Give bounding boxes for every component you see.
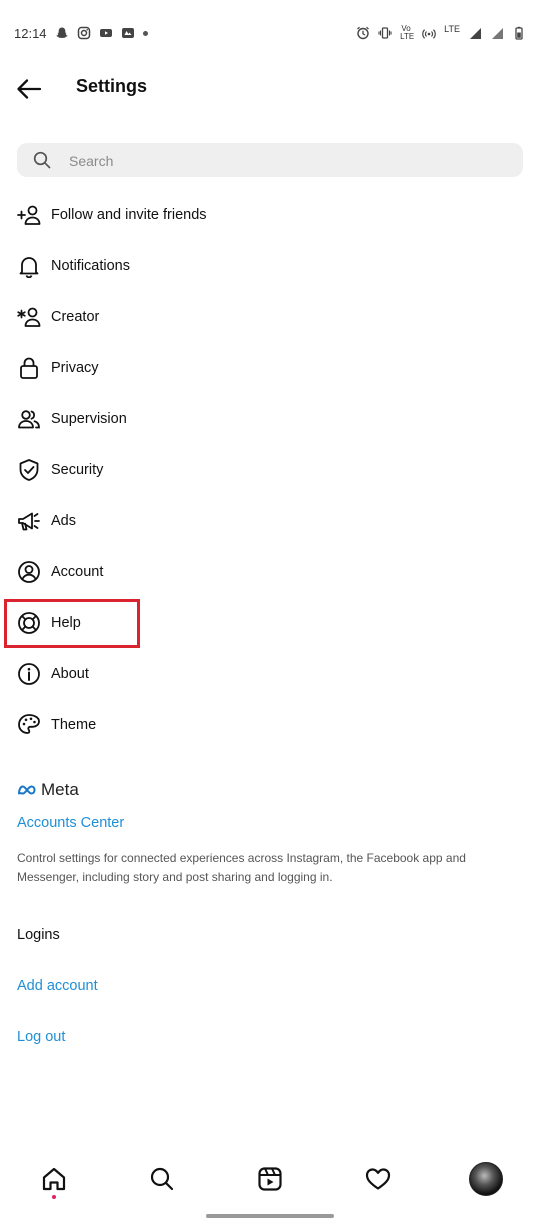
nav-profile-button[interactable]	[462, 1155, 510, 1203]
accounts-center-link[interactable]: Accounts Center	[17, 815, 124, 831]
nav-activity-button[interactable]	[354, 1155, 402, 1203]
reels-icon	[258, 1167, 282, 1191]
back-button[interactable]	[14, 74, 44, 104]
menu-item-privacy[interactable]: Privacy	[0, 342, 540, 393]
search-input[interactable]	[67, 143, 511, 179]
add-account-link[interactable]: Add account	[17, 978, 98, 994]
menu-item-label: Help	[51, 614, 81, 631]
menu-item-label: About	[51, 665, 89, 682]
header-bar: Settings	[0, 66, 540, 110]
search-bar[interactable]	[17, 143, 523, 179]
menu-item-label: Supervision	[51, 410, 127, 427]
nav-reels-button[interactable]	[246, 1155, 294, 1203]
bell-icon	[17, 254, 41, 278]
menu-item-account[interactable]: Account	[0, 546, 540, 597]
menu-item-label: Account	[51, 563, 104, 580]
hotspot-icon	[422, 26, 436, 40]
app-badge-icon	[121, 26, 135, 40]
signal-icon	[468, 26, 482, 40]
meta-logo: Meta	[17, 780, 79, 800]
alarm-icon	[356, 26, 370, 40]
signal-secondary-icon	[490, 26, 504, 40]
network-type: LTE	[444, 24, 460, 34]
menu-item-ads[interactable]: Ads	[0, 495, 540, 546]
menu-item-notifications[interactable]: Notifications	[0, 240, 540, 291]
logins-section-title: Logins	[17, 927, 60, 943]
vibrate-icon	[378, 26, 392, 40]
volte-bottom-text: LTE	[400, 32, 415, 41]
search-icon	[150, 1167, 174, 1191]
bottom-navigation	[0, 1152, 540, 1206]
status-bar: 12:14 Vo LTE LTE	[0, 0, 540, 66]
snapchat-icon	[55, 26, 69, 40]
status-left: 12:14	[14, 26, 148, 41]
shield-check-icon	[17, 458, 41, 482]
search-icon	[33, 151, 51, 169]
battery-icon	[512, 26, 526, 40]
menu-item-label: Security	[51, 461, 104, 478]
user-circle-icon	[17, 560, 41, 584]
menu-item-security[interactable]: Security	[0, 444, 540, 495]
nav-active-dot	[52, 1195, 56, 1199]
home-icon	[42, 1167, 66, 1191]
people-icon	[17, 407, 41, 431]
lifebuoy-icon	[17, 611, 41, 635]
menu-item-label: Ads	[51, 512, 76, 529]
nav-home-button[interactable]	[30, 1155, 78, 1203]
menu-item-help[interactable]: Help	[0, 597, 540, 648]
lock-icon	[17, 356, 41, 380]
meta-infinity-icon	[18, 785, 36, 795]
log-out-link[interactable]: Log out	[17, 1029, 65, 1045]
volte-icon: Vo LTE	[400, 25, 415, 41]
menu-item-about[interactable]: About	[0, 648, 540, 699]
arrow-left-icon	[17, 79, 42, 99]
menu-item-follow-and-invite-friends[interactable]: Follow and invite friends	[0, 189, 540, 240]
menu-item-label: Theme	[51, 716, 97, 733]
meta-logo-text: Meta	[41, 780, 79, 799]
menu-item-supervision[interactable]: Supervision	[0, 393, 540, 444]
status-right: Vo LTE LTE	[356, 24, 526, 41]
youtube-icon	[99, 26, 113, 40]
star-person-icon	[17, 305, 41, 329]
menu-item-theme[interactable]: Theme	[0, 699, 540, 750]
gesture-bar	[206, 1214, 334, 1218]
settings-menu: Follow and invite friends Notifications …	[0, 189, 540, 750]
status-time: 12:14	[14, 25, 47, 41]
megaphone-icon	[17, 509, 41, 533]
info-icon	[17, 662, 41, 686]
notification-dot-icon	[142, 30, 148, 36]
heart-icon	[365, 1168, 391, 1190]
menu-item-label: Notifications	[51, 257, 130, 274]
menu-item-creator[interactable]: Creator	[0, 291, 540, 342]
page-title: Settings	[76, 76, 148, 96]
accounts-center-description: Control settings for connected experienc…	[17, 851, 466, 884]
menu-item-label: Creator	[51, 308, 100, 325]
profile-avatar	[469, 1162, 503, 1196]
menu-item-label: Follow and invite friends	[51, 206, 207, 223]
nav-search-button[interactable]	[138, 1155, 186, 1203]
instagram-icon	[77, 26, 91, 40]
palette-icon	[17, 713, 41, 737]
add-person-icon	[17, 203, 41, 227]
menu-item-label: Privacy	[51, 359, 99, 376]
